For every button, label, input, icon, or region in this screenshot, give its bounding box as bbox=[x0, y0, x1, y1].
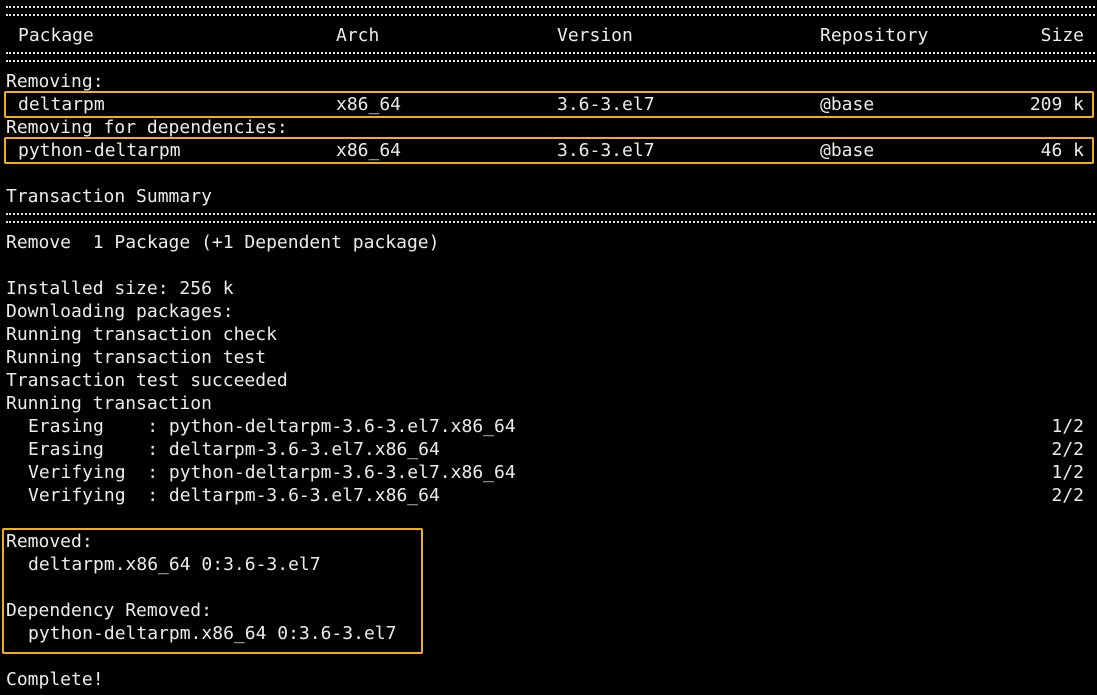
remove-count-line: Remove 1 Package (+1 Dependent package) bbox=[6, 232, 440, 253]
step-progress: 1/2 bbox=[1051, 462, 1084, 483]
step-action: Erasing : python-deltarpm-3.6-3.el7.x86_… bbox=[28, 416, 516, 437]
dependency-removed-package: python-deltarpm.x86_64 0:3.6-3.el7 bbox=[28, 623, 397, 644]
row-arch: x86_64 bbox=[336, 94, 402, 115]
step-action: Erasing : deltarpm-3.6-3.el7.x86_64 bbox=[28, 439, 440, 460]
terminal-window[interactable]: Package Arch Version Repository Size Rem… bbox=[0, 0, 1097, 695]
dependency-removed-label: Dependency Removed: bbox=[6, 600, 212, 621]
removing-deps-label: Removing for dependencies: bbox=[6, 117, 288, 138]
row-repository: @base bbox=[820, 94, 875, 115]
removed-label: Removed: bbox=[6, 531, 93, 552]
step-action: Verifying : python-deltarpm-3.6-3.el7.x8… bbox=[28, 462, 516, 483]
row-size: 46 k bbox=[1040, 140, 1084, 161]
summary-title: Transaction Summary bbox=[6, 186, 212, 207]
row-package: deltarpm bbox=[18, 94, 105, 115]
header-arch: Arch bbox=[336, 25, 380, 46]
removed-package: deltarpm.x86_64 0:3.6-3.el7 bbox=[28, 554, 321, 575]
row-size: 209 k bbox=[1029, 94, 1084, 115]
separator-line bbox=[6, 213, 1095, 223]
running-transaction-line: Running transaction bbox=[6, 393, 212, 414]
transaction-test-ok-line: Transaction test succeeded bbox=[6, 370, 288, 391]
row-repository: @base bbox=[820, 140, 875, 161]
step-progress: 2/2 bbox=[1051, 485, 1084, 506]
complete-line: Complete! bbox=[6, 669, 104, 690]
step-progress: 1/2 bbox=[1051, 416, 1084, 437]
header-version: Version bbox=[557, 25, 633, 46]
header-size: Size bbox=[1040, 25, 1084, 46]
row-version: 3.6-3.el7 bbox=[557, 140, 655, 161]
row-version: 3.6-3.el7 bbox=[557, 94, 655, 115]
downloading-line: Downloading packages: bbox=[6, 301, 234, 322]
step-progress: 2/2 bbox=[1051, 439, 1084, 460]
separator-line bbox=[6, 52, 1095, 62]
separator-line bbox=[6, 6, 1095, 16]
transaction-test-line: Running transaction test bbox=[6, 347, 267, 368]
removing-label: Removing: bbox=[6, 71, 104, 92]
row-arch: x86_64 bbox=[336, 140, 402, 161]
header-package: Package bbox=[18, 25, 94, 46]
highlight-row-deltarpm bbox=[4, 91, 1094, 118]
transaction-check-line: Running transaction check bbox=[6, 324, 277, 345]
row-package: python-deltarpm bbox=[18, 140, 181, 161]
header-repository: Repository bbox=[820, 25, 929, 46]
installed-size-line: Installed size: 256 k bbox=[6, 278, 234, 299]
step-action: Verifying : deltarpm-3.6-3.el7.x86_64 bbox=[28, 485, 440, 506]
